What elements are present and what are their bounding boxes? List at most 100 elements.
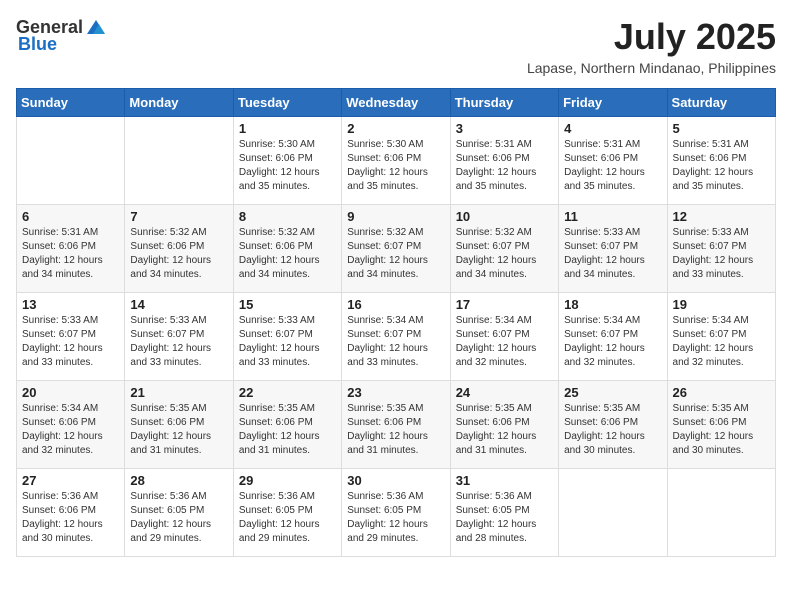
day-number: 1 [239,121,336,136]
calendar-cell: 6 Sunrise: 5:31 AM Sunset: 6:06 PM Daylig… [17,205,125,293]
calendar-cell: 14 Sunrise: 5:33 AM Sunset: 6:07 PM Dayli… [125,293,233,381]
week-row-1: 1 Sunrise: 5:30 AM Sunset: 6:06 PM Daylig… [17,117,776,205]
calendar-cell: 19 Sunrise: 5:34 AM Sunset: 6:07 PM Dayli… [667,293,775,381]
logo-blue: Blue [18,34,57,55]
week-row-4: 20Sunrise: 5:34 AM Sunset: 6:06 PM Dayli… [17,381,776,469]
week-row-5: 27 Sunrise: 5:36 AM Sunset: 6:06 PM Dayli… [17,469,776,557]
day-info: Sunrise: 5:36 AM Sunset: 6:05 PM Dayligh… [130,490,227,546]
day-info: Sunrise: 5:34 AM Sunset: 6:07 PM Dayligh… [564,314,661,370]
calendar-cell: 8 Sunrise: 5:32 AM Sunset: 6:06 PM Daylig… [233,205,341,293]
day-number: 29 [239,473,336,488]
calendar-cell: 9Sunrise: 5:32 AM Sunset: 6:07 PM Daylig… [342,205,450,293]
day-info: Sunrise: 5:35 AM Sunset: 6:06 PM Dayligh… [564,402,661,458]
calendar-cell: 28 Sunrise: 5:36 AM Sunset: 6:05 PM Dayli… [125,469,233,557]
day-header-row: SundayMondayTuesdayWednesdayThursdayFrid… [17,89,776,117]
calendar-cell: 5 Sunrise: 5:31 AM Sunset: 6:06 PM Daylig… [667,117,775,205]
day-number: 30 [347,473,444,488]
calendar-cell: 31Sunrise: 5:36 AM Sunset: 6:05 PM Dayli… [450,469,558,557]
day-number: 23 [347,385,444,400]
day-number: 14 [130,297,227,312]
day-info: Sunrise: 5:36 AM Sunset: 6:06 PM Dayligh… [22,490,119,546]
day-number: 11 [564,209,661,224]
day-info: Sunrise: 5:31 AM Sunset: 6:06 PM Dayligh… [673,138,770,194]
day-header-monday: Monday [125,89,233,117]
day-header-friday: Friday [559,89,667,117]
calendar-cell: 20Sunrise: 5:34 AM Sunset: 6:06 PM Dayli… [17,381,125,469]
calendar-cell: 12Sunrise: 5:33 AM Sunset: 6:07 PM Dayli… [667,205,775,293]
day-number: 3 [456,121,553,136]
day-info: Sunrise: 5:35 AM Sunset: 6:06 PM Dayligh… [239,402,336,458]
day-info: Sunrise: 5:34 AM Sunset: 6:07 PM Dayligh… [673,314,770,370]
calendar-cell: 18Sunrise: 5:34 AM Sunset: 6:07 PM Dayli… [559,293,667,381]
day-info: Sunrise: 5:32 AM Sunset: 6:06 PM Dayligh… [239,226,336,282]
day-number: 27 [22,473,119,488]
calendar-title: July 2025 [527,16,776,58]
title-area: July 2025 Lapase, Northern Mindanao, Phi… [527,16,776,76]
day-info: Sunrise: 5:31 AM Sunset: 6:06 PM Dayligh… [564,138,661,194]
calendar-table: SundayMondayTuesdayWednesdayThursdayFrid… [16,88,776,557]
page-header: General Blue July 2025 Lapase, Northern … [16,16,776,76]
calendar-cell: 23 Sunrise: 5:35 AM Sunset: 6:06 PM Dayli… [342,381,450,469]
day-header-sunday: Sunday [17,89,125,117]
calendar-cell: 11 Sunrise: 5:33 AM Sunset: 6:07 PM Dayli… [559,205,667,293]
calendar-cell: 22 Sunrise: 5:35 AM Sunset: 6:06 PM Dayli… [233,381,341,469]
day-info: Sunrise: 5:31 AM Sunset: 6:06 PM Dayligh… [456,138,553,194]
day-header-wednesday: Wednesday [342,89,450,117]
day-info: Sunrise: 5:34 AM Sunset: 6:06 PM Dayligh… [22,402,119,458]
calendar-cell: 30 Sunrise: 5:36 AM Sunset: 6:05 PM Dayli… [342,469,450,557]
day-info: Sunrise: 5:32 AM Sunset: 6:07 PM Dayligh… [456,226,553,282]
day-header-tuesday: Tuesday [233,89,341,117]
day-info: Sunrise: 5:36 AM Sunset: 6:05 PM Dayligh… [456,490,553,546]
calendar-cell: 15Sunrise: 5:33 AM Sunset: 6:07 PM Dayli… [233,293,341,381]
day-number: 2 [347,121,444,136]
day-number: 19 [673,297,770,312]
calendar-cell: 13 Sunrise: 5:33 AM Sunset: 6:07 PM Dayli… [17,293,125,381]
day-number: 7 [130,209,227,224]
day-number: 13 [22,297,119,312]
calendar-cell: 27 Sunrise: 5:36 AM Sunset: 6:06 PM Dayli… [17,469,125,557]
day-info: Sunrise: 5:36 AM Sunset: 6:05 PM Dayligh… [347,490,444,546]
calendar-cell: 3 Sunrise: 5:31 AM Sunset: 6:06 PM Daylig… [450,117,558,205]
day-number: 5 [673,121,770,136]
day-number: 10 [456,209,553,224]
week-row-2: 6 Sunrise: 5:31 AM Sunset: 6:06 PM Daylig… [17,205,776,293]
calendar-subtitle: Lapase, Northern Mindanao, Philippines [527,60,776,76]
day-number: 17 [456,297,553,312]
calendar-cell: 21 Sunrise: 5:35 AM Sunset: 6:06 PM Dayli… [125,381,233,469]
day-info: Sunrise: 5:31 AM Sunset: 6:06 PM Dayligh… [22,226,119,282]
calendar-cell [559,469,667,557]
calendar-cell: 16 Sunrise: 5:34 AM Sunset: 6:07 PM Dayli… [342,293,450,381]
day-number: 21 [130,385,227,400]
day-info: Sunrise: 5:33 AM Sunset: 6:07 PM Dayligh… [130,314,227,370]
day-info: Sunrise: 5:34 AM Sunset: 6:07 PM Dayligh… [347,314,444,370]
day-info: Sunrise: 5:32 AM Sunset: 6:07 PM Dayligh… [347,226,444,282]
day-number: 25 [564,385,661,400]
calendar-cell: 4 Sunrise: 5:31 AM Sunset: 6:06 PM Daylig… [559,117,667,205]
day-number: 22 [239,385,336,400]
day-info: Sunrise: 5:35 AM Sunset: 6:06 PM Dayligh… [673,402,770,458]
day-number: 4 [564,121,661,136]
day-info: Sunrise: 5:33 AM Sunset: 6:07 PM Dayligh… [564,226,661,282]
day-number: 28 [130,473,227,488]
day-number: 16 [347,297,444,312]
day-info: Sunrise: 5:30 AM Sunset: 6:06 PM Dayligh… [239,138,336,194]
calendar-cell: 26 Sunrise: 5:35 AM Sunset: 6:06 PM Dayli… [667,381,775,469]
day-info: Sunrise: 5:33 AM Sunset: 6:07 PM Dayligh… [673,226,770,282]
day-info: Sunrise: 5:35 AM Sunset: 6:06 PM Dayligh… [347,402,444,458]
day-info: Sunrise: 5:35 AM Sunset: 6:06 PM Dayligh… [456,402,553,458]
day-info: Sunrise: 5:33 AM Sunset: 6:07 PM Dayligh… [22,314,119,370]
calendar-cell [125,117,233,205]
day-number: 26 [673,385,770,400]
calendar-cell: 1 Sunrise: 5:30 AM Sunset: 6:06 PM Daylig… [233,117,341,205]
calendar-cell: 25 Sunrise: 5:35 AM Sunset: 6:06 PM Dayli… [559,381,667,469]
logo: General Blue [16,16,107,55]
day-header-saturday: Saturday [667,89,775,117]
day-info: Sunrise: 5:36 AM Sunset: 6:05 PM Dayligh… [239,490,336,546]
day-number: 8 [239,209,336,224]
day-number: 15 [239,297,336,312]
week-row-3: 13 Sunrise: 5:33 AM Sunset: 6:07 PM Dayli… [17,293,776,381]
day-number: 6 [22,209,119,224]
calendar-cell: 29 Sunrise: 5:36 AM Sunset: 6:05 PM Dayli… [233,469,341,557]
day-info: Sunrise: 5:30 AM Sunset: 6:06 PM Dayligh… [347,138,444,194]
day-info: Sunrise: 5:35 AM Sunset: 6:06 PM Dayligh… [130,402,227,458]
